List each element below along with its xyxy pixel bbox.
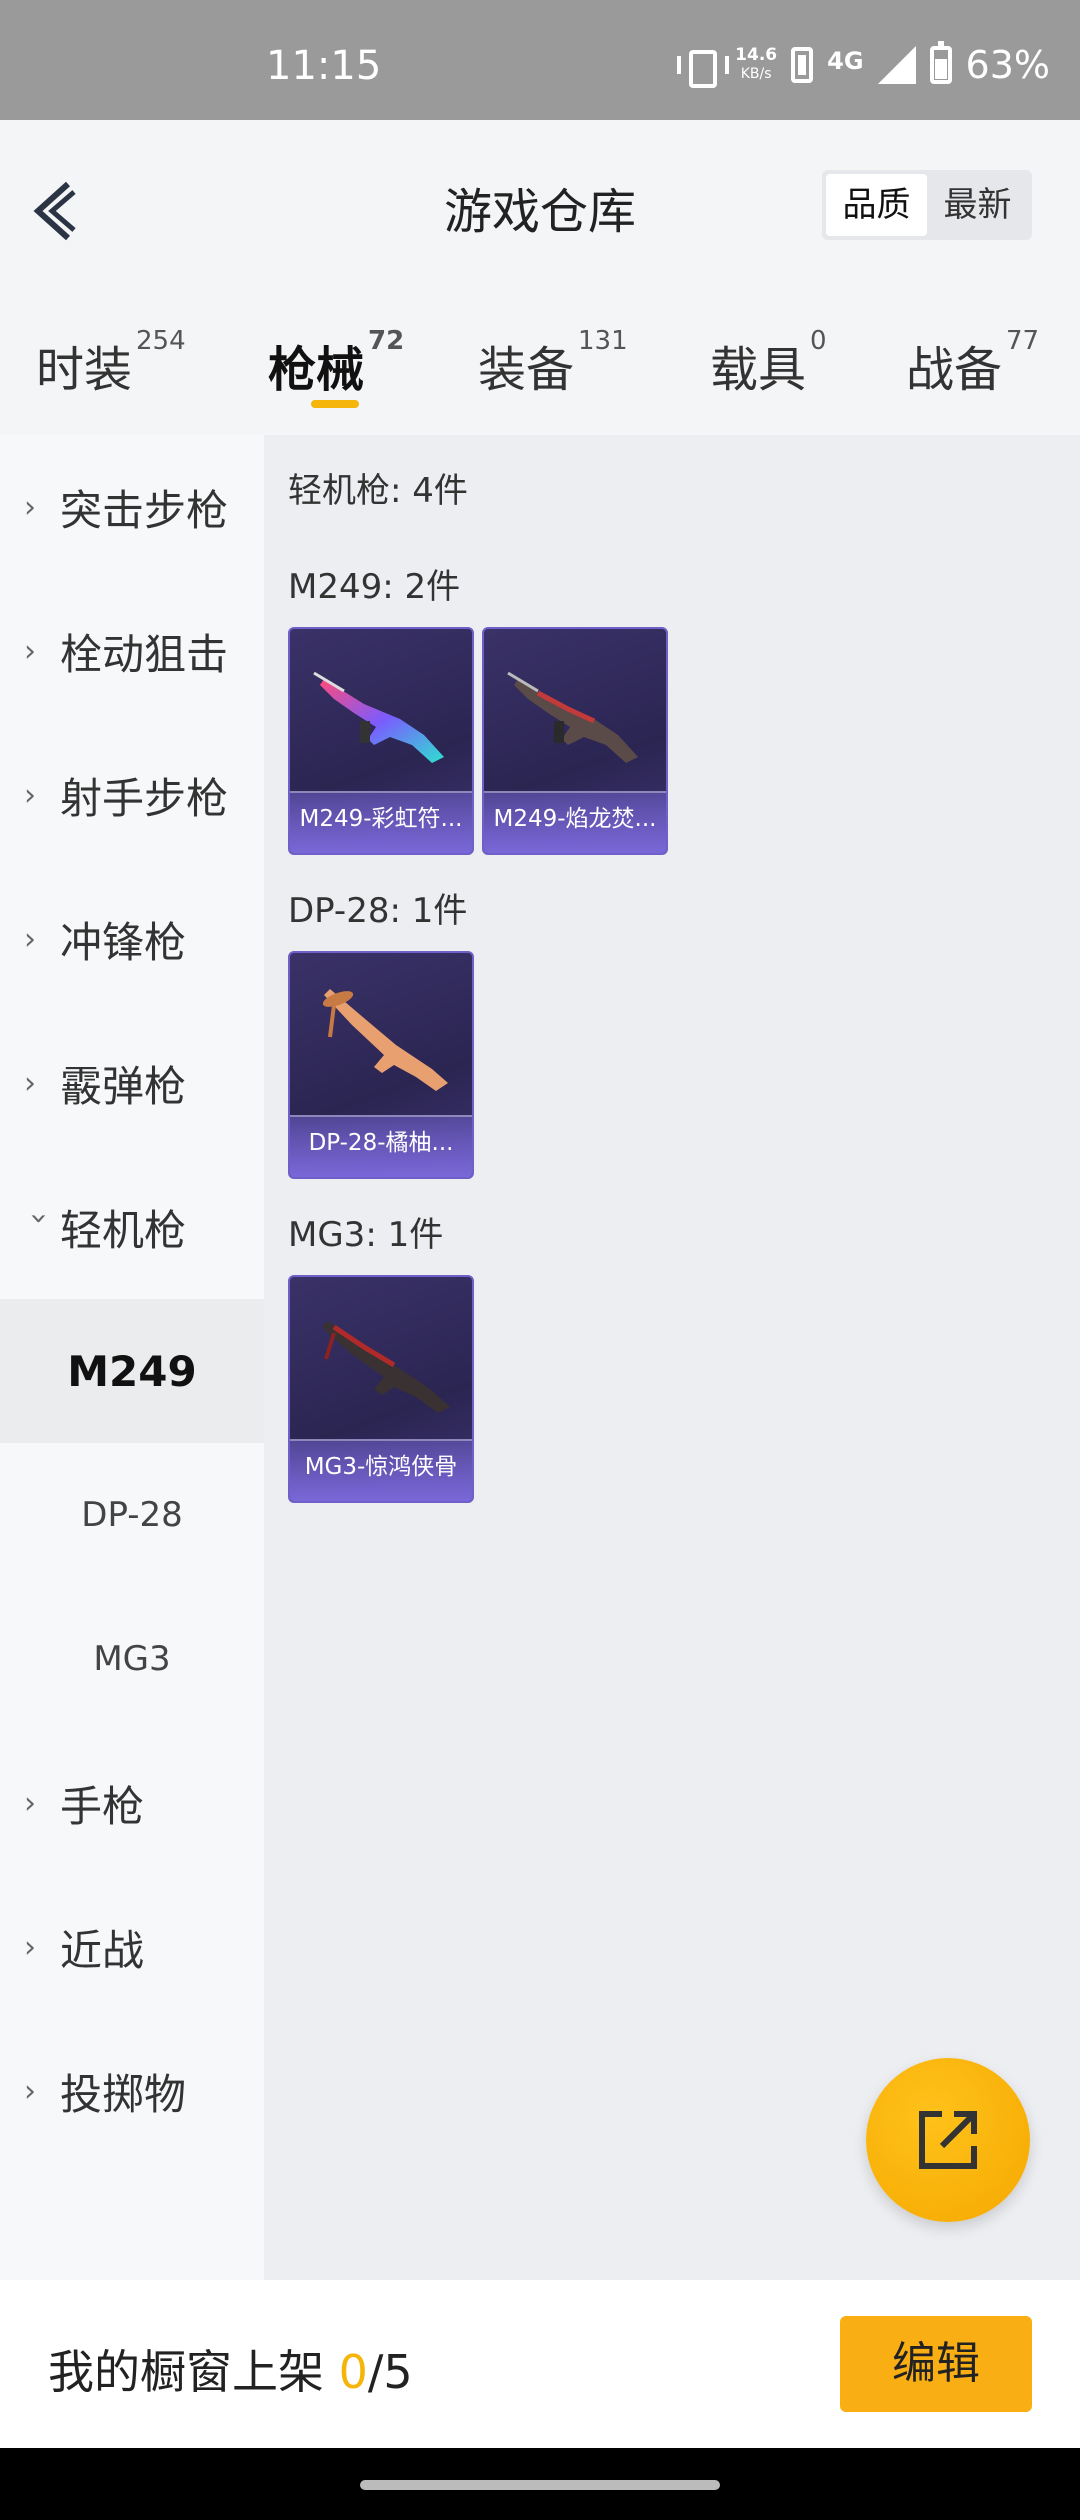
chevron-right-icon: › (24, 777, 36, 813)
tab-supplies[interactable]: 战备77 (906, 326, 1039, 400)
share-button[interactable] (866, 2058, 1030, 2222)
showcase-current: 0 (338, 2345, 368, 2399)
edit-button[interactable]: 编辑 (840, 2316, 1032, 2412)
showcase-label: 我的橱窗上架 (48, 2345, 324, 2399)
tab-vehicles[interactable]: 载具0 (710, 326, 827, 400)
sidebar-item-label: 手枪 (60, 1781, 145, 1831)
sidebar-item-shotgun[interactable]: › 霰弹枪 (0, 1011, 264, 1155)
item-card[interactable]: DP-28-橘柚... (288, 951, 474, 1179)
tab-label: 战备 (906, 342, 1003, 398)
header: 游戏仓库 品质 最新 (0, 120, 1080, 290)
sidebar-item-label: 轻机枪 (60, 1205, 187, 1255)
sidebar-item-label: 投掷物 (60, 2069, 187, 2119)
chevron-right-icon: › (24, 633, 36, 669)
share-external-icon (919, 2111, 977, 2169)
sidebar-sub-m249[interactable]: M249 (0, 1299, 264, 1443)
sort-toggle: 品质 最新 (822, 170, 1032, 240)
tab-label: 枪械 (268, 342, 365, 398)
sidebar-item-bolt-sniper[interactable]: › 栓动狙击 (0, 579, 264, 723)
sidebar-item-label: 栓动狙击 (60, 629, 229, 679)
sidebar-item-marksman-rifle[interactable]: › 射手步枪 (0, 723, 264, 867)
chevron-right-icon: › (24, 2073, 36, 2109)
vibrate-icon (677, 48, 730, 88)
tab-count: 0 (810, 326, 827, 356)
item-name: M249-彩虹符... (290, 791, 472, 853)
sidebar-item-label: 近战 (60, 1925, 145, 1975)
item-name: DP-28-橘柚... (290, 1115, 472, 1177)
sidebar-item-pistol[interactable]: › 手枪 (0, 1731, 264, 1875)
tab-fashion[interactable]: 时装254 (36, 326, 186, 400)
sort-option-quality[interactable]: 品质 (826, 174, 927, 236)
showcase-status: 我的橱窗上架 0/5 (48, 2336, 413, 2402)
sim-icon (791, 47, 814, 83)
sidebar-item-label: 霰弹枪 (60, 1061, 187, 1111)
active-tab-indicator (311, 400, 359, 408)
network-speed: 14.6 KB/s (735, 46, 777, 84)
dp28-skin-image (322, 989, 448, 1091)
tab-count: 72 (368, 326, 405, 356)
sidebar-item-smg[interactable]: › 冲锋枪 (0, 867, 264, 1011)
status-bar: 11:15 14.6 KB/s 4G 63% (0, 0, 1080, 120)
sidebar-item-melee[interactable]: › 近战 (0, 1875, 264, 2019)
tab-label: 装备 (478, 342, 575, 398)
m249-skin-image (507, 671, 638, 763)
chevron-down-icon: › (21, 1212, 57, 1224)
tab-label: 时装 (36, 342, 133, 398)
sidebar-item-lmg[interactable]: › 轻机枪 (0, 1155, 264, 1299)
item-name: M249-焰龙焚... (484, 791, 666, 853)
tab-firearms[interactable]: 枪械72 (268, 326, 404, 400)
status-icons: 14.6 KB/s 4G 63% (677, 40, 1050, 90)
signal-icon (877, 46, 916, 84)
chevron-right-icon: › (24, 921, 36, 957)
category-tabs: 时装254 枪械72 装备131 载具0 战备77 (0, 290, 1080, 435)
showcase-total: /5 (367, 2345, 413, 2399)
sidebar-sub-dp28[interactable]: DP-28 (0, 1443, 264, 1587)
item-list-panel: 轻机枪: 4件 M249: 2件 M249-彩虹符... M249-焰龙焚...… (264, 435, 1080, 2280)
tab-count: 254 (136, 326, 186, 356)
category-summary: 轻机枪: 4件 (288, 471, 468, 511)
tab-equipment[interactable]: 装备131 (478, 326, 628, 400)
sidebar-sub-mg3[interactable]: MG3 (0, 1587, 264, 1731)
network-speed-unit: KB/s (740, 66, 772, 82)
m249-skin-image (313, 671, 444, 763)
item-name: MG3-惊鸿侠骨 (290, 1439, 472, 1501)
category-sidebar: › 突击步枪 › 栓动狙击 › 射手步枪 › 冲锋枪 › 霰弹枪 › 轻机枪 M… (0, 435, 264, 2280)
battery-percent: 63% (965, 43, 1050, 87)
tab-count: 77 (1006, 326, 1040, 356)
battery-icon (929, 41, 952, 84)
chevron-right-icon: › (24, 1065, 36, 1101)
mg3-skin-image (322, 1321, 450, 1413)
chevron-right-icon: › (24, 489, 36, 525)
sidebar-item-throwable[interactable]: › 投掷物 (0, 2019, 264, 2163)
tab-count: 131 (578, 326, 628, 356)
item-card[interactable]: MG3-惊鸿侠骨 (288, 1275, 474, 1503)
tab-label: 载具 (710, 342, 807, 398)
network-type: 4G (827, 47, 864, 75)
network-speed-value: 14.6 (735, 45, 778, 65)
bottom-bar: 我的橱窗上架 0/5 编辑 (0, 2280, 1080, 2448)
sidebar-item-label: 冲锋枪 (60, 917, 187, 967)
sort-option-newest[interactable]: 最新 (927, 174, 1028, 236)
item-card[interactable]: M249-焰龙焚... (482, 627, 668, 855)
status-time: 11:15 (266, 43, 382, 89)
chevron-right-icon: › (24, 1785, 36, 1821)
system-nav-bar (0, 2448, 1080, 2520)
sidebar-item-assault-rifle[interactable]: › 突击步枪 (0, 435, 264, 579)
home-indicator[interactable] (360, 2480, 720, 2490)
group-title-m249: M249: 2件 (288, 567, 461, 607)
chevron-right-icon: › (24, 1929, 36, 1965)
group-title-mg3: MG3: 1件 (288, 1215, 444, 1255)
sidebar-item-label: 突击步枪 (60, 485, 229, 535)
sidebar-item-label: 射手步枪 (60, 773, 229, 823)
item-card[interactable]: M249-彩虹符... (288, 627, 474, 855)
group-title-dp28: DP-28: 1件 (288, 891, 468, 931)
